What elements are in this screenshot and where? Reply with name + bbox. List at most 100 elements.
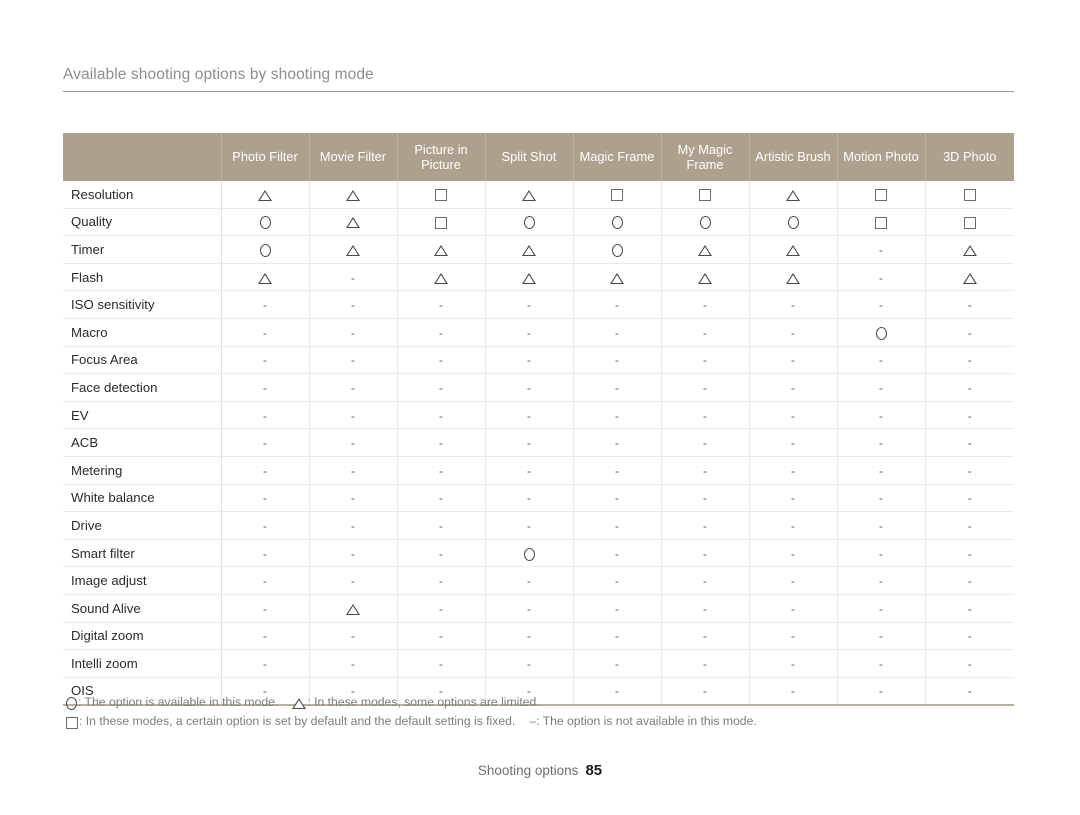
- dash-icon: -: [351, 353, 355, 368]
- cell-13-7: -: [837, 539, 926, 568]
- cell-0-6: [749, 181, 838, 209]
- dash-icon: -: [439, 629, 443, 644]
- cell-9-4: -: [573, 428, 662, 457]
- cell-14-2: -: [397, 566, 486, 595]
- cell-16-5: -: [661, 622, 750, 651]
- document-page: Available shooting options by shooting m…: [0, 0, 1080, 815]
- square-icon: [875, 189, 887, 202]
- table-row: White balance - - - - - - - - -: [63, 484, 1014, 513]
- column-header-my-magic-frame: My Magic Frame: [661, 133, 750, 181]
- dash-icon: -: [791, 491, 795, 506]
- cell-13-2: -: [397, 539, 486, 568]
- cell-0-1: [309, 181, 398, 209]
- dash-icon: -: [791, 601, 795, 616]
- column-header-magic-frame: Magic Frame: [573, 133, 662, 181]
- circle-icon: [259, 216, 271, 230]
- cell-1-3: [485, 208, 574, 237]
- triangle-icon: [522, 272, 536, 284]
- square-icon: [435, 189, 447, 202]
- cell-1-5: [661, 208, 750, 237]
- dash-icon: -: [527, 353, 531, 368]
- dash-icon: -: [703, 491, 707, 506]
- cell-3-3: [485, 263, 574, 292]
- cell-12-0: -: [221, 511, 310, 540]
- dash-icon: -: [703, 463, 707, 478]
- table-header: Photo Filter Movie Filter Picture in Pictu…: [63, 133, 1014, 181]
- cell-11-6: -: [749, 484, 838, 513]
- triangle-icon: [434, 272, 448, 284]
- dash-icon: -: [615, 298, 619, 313]
- cell-4-0: -: [221, 290, 310, 319]
- dash-icon: -: [791, 463, 795, 478]
- dash-icon: -: [439, 325, 443, 340]
- row-label: Image adjust: [63, 566, 222, 595]
- cell-13-0: -: [221, 539, 310, 568]
- cell-10-6: -: [749, 456, 838, 485]
- table-header-row: Photo Filter Movie Filter Picture in Pictu…: [63, 133, 1014, 181]
- shooting-options-table-wrapper: Photo Filter Movie Filter Picture in Pictu…: [63, 133, 1014, 707]
- legend-line-1: : The option is available in this mode.:…: [66, 693, 1006, 712]
- dash-icon: -: [351, 656, 355, 671]
- cell-15-2: -: [397, 594, 486, 623]
- cell-4-6: -: [749, 290, 838, 319]
- table-row: Resolution: [63, 181, 1014, 209]
- row-label: Focus Area: [63, 346, 222, 375]
- dash-icon: -: [703, 518, 707, 533]
- cell-3-2: [397, 263, 486, 292]
- dash-icon: -: [879, 629, 883, 644]
- cell-13-8: -: [925, 539, 1014, 568]
- dash-icon: -: [527, 574, 531, 589]
- dash-icon: -: [791, 656, 795, 671]
- cell-7-6: -: [749, 373, 838, 402]
- dash-icon: -: [879, 463, 883, 478]
- dash-icon: -: [527, 325, 531, 340]
- dash-icon: -: [439, 298, 443, 313]
- dash-icon: -: [263, 436, 267, 451]
- cell-11-3: -: [485, 484, 574, 513]
- dash-icon: -: [263, 574, 267, 589]
- cell-12-1: -: [309, 511, 398, 540]
- cell-8-3: -: [485, 401, 574, 430]
- cell-5-0: -: [221, 318, 310, 347]
- footer-section-label: Shooting options: [477, 763, 579, 778]
- cell-15-1: [309, 594, 398, 623]
- dash-icon: -: [703, 601, 707, 616]
- dash-icon: -: [967, 353, 972, 368]
- cell-9-0: -: [221, 428, 310, 457]
- table-row: Quality: [63, 208, 1014, 237]
- dash-icon: -: [879, 242, 883, 257]
- dash-icon: -: [879, 353, 883, 368]
- circle-icon: [699, 216, 711, 230]
- cell-6-2: -: [397, 346, 486, 375]
- triangle-icon: [346, 217, 360, 229]
- cell-16-8: -: [925, 622, 1014, 651]
- cell-11-1: -: [309, 484, 398, 513]
- cell-14-5: -: [661, 566, 750, 595]
- triangle-icon: [258, 272, 272, 284]
- cell-17-4: -: [573, 649, 662, 678]
- dash-icon: -: [351, 380, 355, 395]
- legend-square-text: : In these modes, a certain option is se…: [79, 714, 516, 728]
- circle-symbol-icon: [66, 697, 78, 711]
- dash-icon: -: [703, 574, 707, 589]
- cell-3-1: -: [309, 263, 398, 292]
- dash-icon: -: [703, 353, 707, 368]
- triangle-icon: [698, 272, 712, 284]
- row-label: Digital zoom: [63, 622, 222, 651]
- cell-0-5: [661, 181, 750, 209]
- triangle-icon: [258, 189, 272, 201]
- dash-icon: -: [527, 601, 531, 616]
- cell-1-6: [749, 208, 838, 237]
- square-icon: [875, 216, 887, 229]
- dash-icon: -: [791, 353, 795, 368]
- cell-1-7: [837, 208, 926, 237]
- dash-icon: -: [703, 380, 707, 395]
- dash-icon: -: [439, 380, 443, 395]
- dash-icon: -: [703, 325, 707, 340]
- cell-5-6: -: [749, 318, 838, 347]
- dash-icon: -: [879, 436, 883, 451]
- dash-icon: -: [439, 408, 443, 423]
- square-symbol-icon: [66, 716, 79, 729]
- dash-icon: -: [351, 518, 355, 533]
- dash-icon: -: [439, 574, 443, 589]
